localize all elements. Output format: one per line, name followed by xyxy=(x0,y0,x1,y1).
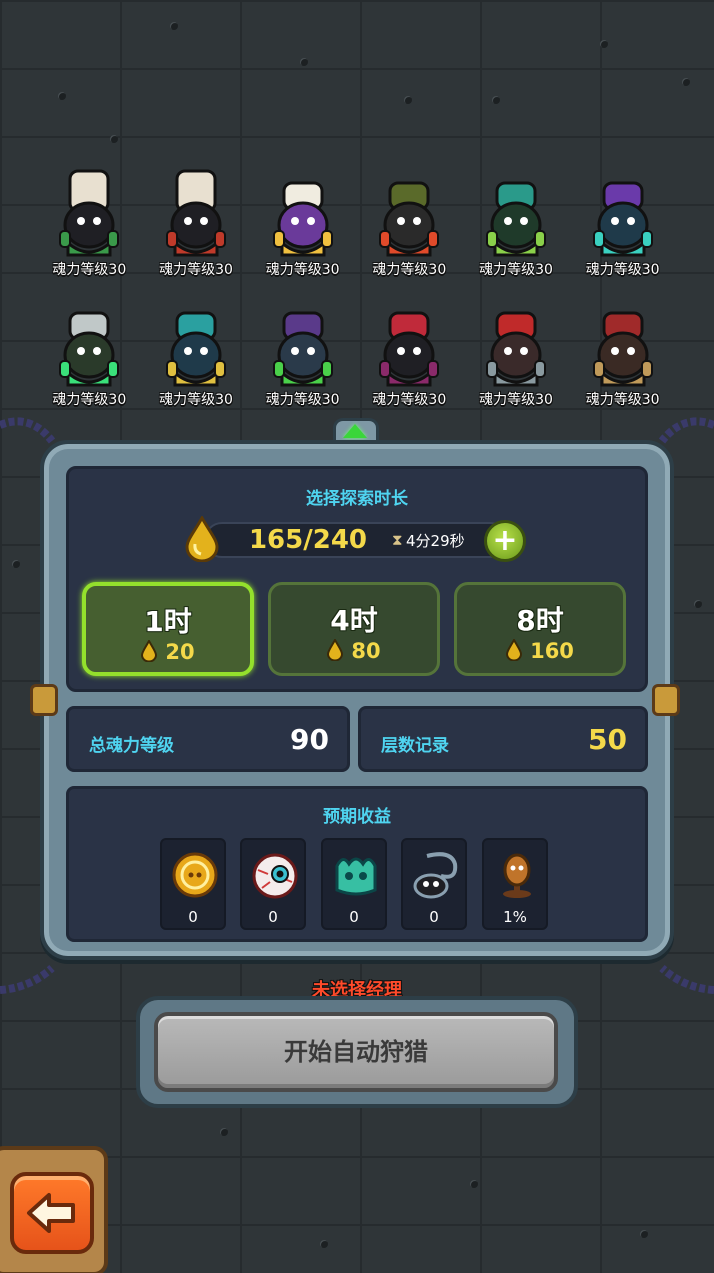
hourglass-icon: ⧗ xyxy=(392,531,403,549)
total-power-value: 90 xyxy=(290,723,329,756)
reward-count: 0 xyxy=(188,908,198,926)
left-clamp-icon xyxy=(30,684,58,716)
hero-card[interactable]: 魂力等级30 xyxy=(356,295,463,413)
hero-card[interactable]: 魂力等级30 xyxy=(569,295,676,413)
pirate-hero-icon xyxy=(379,311,440,387)
mech-hero-icon xyxy=(485,181,546,257)
hero-soul-level: 魂力等级30 xyxy=(52,392,127,408)
chef-hero-icon xyxy=(59,169,120,257)
hero-soul-level: 魂力等级30 xyxy=(479,262,553,278)
refill-timer: 4分29秒 xyxy=(406,532,465,550)
add-soul-button[interactable]: + xyxy=(484,520,526,562)
armored-hero-icon xyxy=(379,181,440,257)
hero-card[interactable]: 魂力等级30 xyxy=(249,295,356,413)
slime-creature-icon xyxy=(335,857,377,896)
duration-cost-row: 80 xyxy=(271,637,437,663)
duration-cost-row: 160 xyxy=(457,637,623,663)
ghost-lantern-icon xyxy=(413,852,458,899)
reward-count: 0 xyxy=(429,908,439,926)
back-arrow-icon xyxy=(27,1193,75,1233)
soul-drop-icon xyxy=(141,638,158,663)
rewards-title: 预期收益 xyxy=(323,807,391,827)
hero-card[interactable]: 魂力等级30 xyxy=(569,165,676,283)
hero-soul-level: 魂力等级30 xyxy=(52,262,127,278)
duration-cost: 20 xyxy=(165,640,195,664)
hero-card[interactable]: 魂力等级30 xyxy=(36,165,143,283)
hero-soul-level: 魂力等级30 xyxy=(585,262,660,278)
reward-count: 0 xyxy=(349,908,359,926)
octopus-hero-icon xyxy=(592,311,653,387)
duration-title: 选择探索时长 xyxy=(306,489,408,509)
duration-option[interactable]: 8时 160 xyxy=(454,582,626,676)
start-auto-hunt-button[interactable]: 开始自动狩猎 xyxy=(154,1012,558,1092)
figurine-icon xyxy=(503,853,531,898)
total-power-box: 总魂力等级 90 xyxy=(66,706,350,772)
hero-soul-level: 魂力等级30 xyxy=(585,392,660,408)
reward-slot[interactable]: 0 xyxy=(240,838,306,930)
reward-count: 1% xyxy=(503,908,527,926)
hero-card[interactable]: 魂力等级30 xyxy=(356,165,463,283)
hero-soul-level: 魂力等级30 xyxy=(159,392,233,408)
soul-drop-icon xyxy=(327,637,344,662)
hero-card[interactable]: 魂力等级30 xyxy=(36,295,143,413)
duration-option[interactable]: 1时 20 xyxy=(82,582,254,676)
reward-slot[interactable]: 0 xyxy=(160,838,226,930)
eyeball-icon xyxy=(252,853,298,899)
samurai-hero-icon xyxy=(485,311,546,387)
duration-cost-row: 20 xyxy=(86,638,250,664)
back-button[interactable] xyxy=(10,1172,94,1254)
duration-cost: 80 xyxy=(351,639,381,663)
duration-option[interactable]: 4时 80 xyxy=(268,582,440,676)
reward-count: 0 xyxy=(268,908,278,926)
duration-label: 8时 xyxy=(516,604,564,637)
hero-soul-level: 魂力等级30 xyxy=(372,262,447,278)
collapse-arrow-icon[interactable] xyxy=(343,424,367,438)
duration-label: 1时 xyxy=(144,605,192,638)
head-chef-hero-icon xyxy=(272,181,333,257)
mage-hero-icon xyxy=(592,181,653,257)
hero-soul-level: 魂力等级30 xyxy=(265,392,340,408)
hero-card[interactable]: 魂力等级30 xyxy=(463,295,570,413)
soul-drop-icon xyxy=(506,637,523,662)
duration-cost: 160 xyxy=(530,639,574,663)
reward-slot[interactable]: 0 xyxy=(401,838,467,930)
reward-slot[interactable]: 1% xyxy=(482,838,548,930)
teal-knight-hero-icon xyxy=(165,311,226,387)
chef-hero-icon xyxy=(165,169,226,257)
hero-soul-level: 魂力等级30 xyxy=(372,392,447,408)
scientist-hero-icon xyxy=(59,311,120,387)
hero-card[interactable]: 魂力等级30 xyxy=(143,165,250,283)
floor-record-value: 50 xyxy=(588,723,627,756)
hero-soul-level: 魂力等级30 xyxy=(479,392,553,408)
floor-record-label: 层数记录 xyxy=(381,736,449,756)
hero-card[interactable]: 魂力等级30 xyxy=(143,295,250,413)
soul-resource-value: 165/240 xyxy=(248,525,368,555)
hero-soul-level: 魂力等级30 xyxy=(159,262,233,278)
reward-slot[interactable]: 0 xyxy=(321,838,387,930)
hero-card[interactable]: 魂力等级30 xyxy=(463,165,570,283)
right-clamp-icon xyxy=(652,684,680,716)
hero-soul-level: 魂力等级30 xyxy=(265,262,340,278)
duration-label: 4时 xyxy=(330,604,378,637)
soul-drop-icon xyxy=(185,516,219,562)
horned-hero-icon xyxy=(272,311,333,387)
floor-record-box: 层数记录 50 xyxy=(358,706,648,772)
gold-coin-icon xyxy=(172,852,218,898)
total-power-label: 总魂力等级 xyxy=(89,736,174,756)
hero-grid: 魂力等级30 魂力等级30 魂力等级30 魂力等级30 魂力等级30 魂力等级30 魂力等级… xyxy=(36,165,676,413)
hero-card[interactable]: 魂力等级30 xyxy=(249,165,356,283)
